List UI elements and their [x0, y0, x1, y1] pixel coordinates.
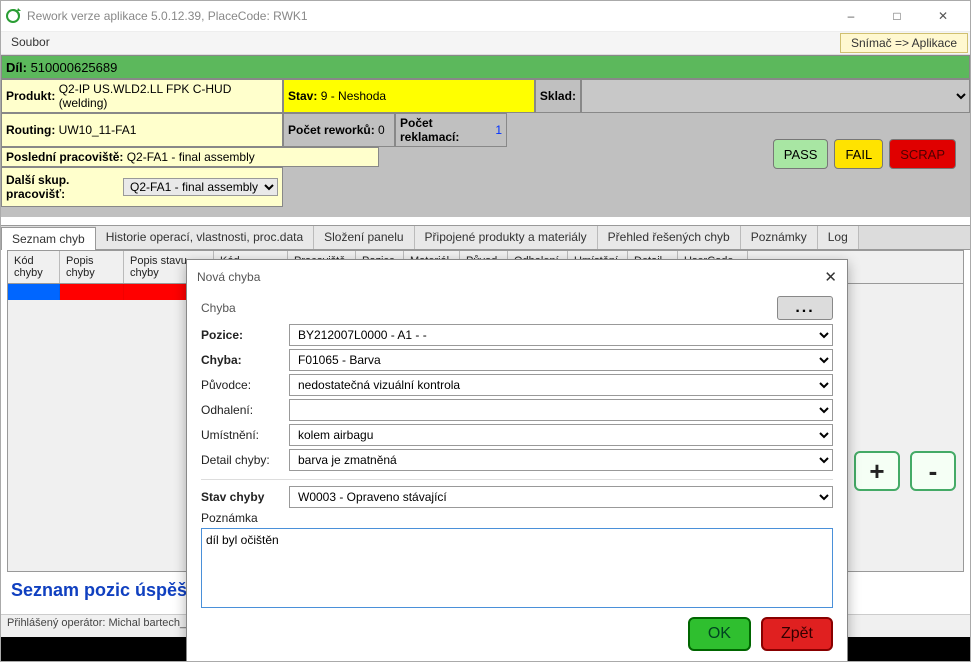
- maximize-button[interactable]: □: [874, 1, 920, 31]
- dialog-section: Chyba: [201, 301, 236, 315]
- puvodce-select[interactable]: nedostatečná vizuální kontrola: [289, 374, 833, 396]
- routing-cell: Routing: UW10_11-FA1: [1, 113, 283, 147]
- dalsi-select[interactable]: Q2-FA1 - final assembly: [123, 178, 278, 196]
- col-kod-chyby[interactable]: Kód chyby: [8, 251, 60, 283]
- umisteni-select[interactable]: kolem airbagu: [289, 424, 833, 446]
- stav-cell: Stav: 9 - Neshoda: [283, 79, 535, 113]
- product-cell: Produkt: Q2-IP US.WLD2.LL FPK C-HUD (wel…: [1, 79, 283, 113]
- dil-row: Díl: 510000625689: [1, 55, 970, 79]
- stav-label: Stav:: [288, 89, 317, 103]
- window-title: Rework verze aplikace 5.0.12.39, PlaceCo…: [27, 9, 828, 23]
- action-buttons: PASS FAIL SCRAP: [773, 139, 956, 169]
- sklad-select[interactable]: [582, 80, 969, 112]
- stav-chyby-label: Stav chyby: [201, 490, 281, 504]
- stav-chyby-select[interactable]: W0003 - Opraveno stávající: [289, 486, 833, 508]
- routing-label: Routing:: [6, 123, 55, 137]
- ok-button[interactable]: OK: [688, 617, 751, 651]
- umisteni-label: Umístnění:: [201, 428, 281, 442]
- dialog-close-icon[interactable]: ✕: [824, 268, 837, 286]
- dalsi-cell: Další skup. pracovišť: Q2-FA1 - final as…: [1, 167, 283, 207]
- reklamaci-value: 1: [495, 123, 502, 137]
- pozice-label: Pozice:: [201, 328, 281, 342]
- tab-seznam-chyb[interactable]: Seznam chyb: [1, 227, 96, 250]
- operator-label: Přihlášený operátor: Michal bartech_Vane: [7, 617, 211, 629]
- col-popis-chyby[interactable]: Popis chyby: [60, 251, 124, 283]
- posledni-label: Poslední pracoviště:: [6, 150, 123, 164]
- back-button[interactable]: Zpět: [761, 617, 833, 651]
- chyba-label: Chyba:: [201, 353, 281, 367]
- reworku-cell: Počet reworků: 0: [283, 113, 395, 147]
- minus-button[interactable]: -: [910, 451, 956, 491]
- scrap-button[interactable]: SCRAP: [889, 139, 956, 169]
- posledni-cell: Poslední pracoviště: Q2-FA1 - final asse…: [1, 147, 379, 167]
- titlebar: Rework verze aplikace 5.0.12.39, PlaceCo…: [1, 1, 970, 32]
- odhaleni-select[interactable]: [289, 399, 833, 421]
- browse-button[interactable]: ...: [777, 296, 833, 320]
- poznamka-label: Poznámka: [201, 511, 281, 525]
- plus-button[interactable]: +: [854, 451, 900, 491]
- plus-minus-group: + -: [854, 451, 956, 491]
- new-error-dialog: Nová chyba ✕ Chyba ... Pozice: BY212007L…: [186, 259, 848, 662]
- pozice-select[interactable]: BY212007L0000 - A1 - -: [289, 324, 833, 346]
- dialog-title: Nová chyba: [197, 270, 260, 284]
- tab-pripojene[interactable]: Připojené produkty a materiály: [415, 226, 598, 249]
- snimac-aplikace-button[interactable]: Snímač => Aplikace: [840, 33, 968, 53]
- reworku-label: Počet reworků:: [288, 123, 375, 137]
- posledni-value: Q2-FA1 - final assembly: [127, 150, 255, 164]
- dalsi-label: Další skup. pracovišť:: [6, 173, 117, 201]
- reklamaci-cell: Počet reklamací: 1: [395, 113, 507, 147]
- reworku-value: 0: [378, 123, 385, 137]
- chyba-select[interactable]: F01065 - Barva: [289, 349, 833, 371]
- stav-value: 9 - Neshoda: [321, 89, 386, 103]
- minimize-button[interactable]: –: [828, 1, 874, 31]
- sklad-value-cell: [581, 79, 970, 113]
- reklamaci-label: Počet reklamací:: [400, 116, 492, 144]
- app-icon: [5, 8, 21, 24]
- tab-log[interactable]: Log: [818, 226, 859, 249]
- product-value: Q2-IP US.WLD2.LL FPK C-HUD (welding): [59, 82, 278, 110]
- menu-file[interactable]: Soubor: [1, 32, 60, 54]
- menubar: Soubor Snímač => Aplikace: [1, 32, 970, 55]
- pass-button[interactable]: PASS: [773, 139, 829, 169]
- tab-prehled[interactable]: Přehled řešených chyb: [598, 226, 741, 249]
- sklad-label-cell: Sklad:: [535, 79, 581, 113]
- tab-historie[interactable]: Historie operací, vlastnosti, proc.data: [96, 226, 314, 249]
- dil-label: Díl:: [6, 60, 27, 75]
- tab-strip: Seznam chyb Historie operací, vlastnosti…: [1, 225, 970, 250]
- close-button[interactable]: ✕: [920, 1, 966, 31]
- dil-value: 510000625689: [31, 60, 118, 75]
- product-label: Produkt:: [6, 89, 55, 103]
- sklad-label: Sklad:: [540, 89, 576, 103]
- detail-label: Detail chyby:: [201, 453, 281, 467]
- detail-select[interactable]: barva je zmatněná: [289, 449, 833, 471]
- puvodce-label: Původce:: [201, 378, 281, 392]
- routing-value: UW10_11-FA1: [59, 123, 137, 137]
- fail-button[interactable]: FAIL: [834, 139, 883, 169]
- tab-poznamky[interactable]: Poznámky: [741, 226, 818, 249]
- odhaleni-label: Odhalení:: [201, 403, 281, 417]
- poznamka-input[interactable]: [201, 528, 833, 608]
- tab-slozeni[interactable]: Složení panelu: [314, 226, 414, 249]
